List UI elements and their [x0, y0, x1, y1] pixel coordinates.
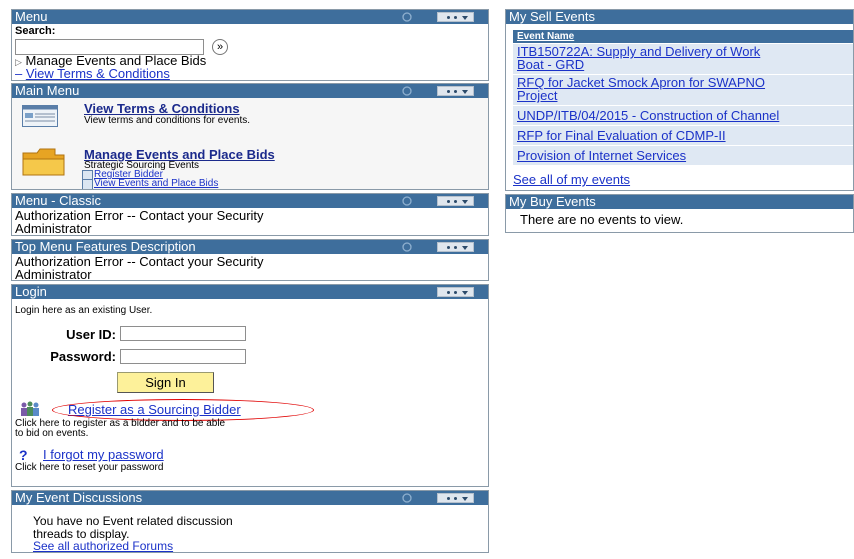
forgot-password-description: Click here to reset your password — [15, 462, 164, 473]
pagelet-options-button[interactable] — [437, 493, 474, 503]
search-go-button[interactable]: » — [212, 39, 228, 55]
terms-document-icon — [22, 105, 58, 127]
see-all-forums-link[interactable]: See all authorized Forums — [33, 539, 173, 552]
event-discussions-header: My Event Discussions — [12, 491, 488, 505]
forgot-password-link[interactable]: I forgot my password — [43, 447, 164, 462]
menu-header: Menu — [12, 10, 488, 24]
auth-error-text-2: Administrator — [15, 221, 92, 236]
sell-events-table-header: Event Name — [513, 30, 853, 43]
login-intro: Login here as an existing User. — [15, 305, 153, 316]
top-menu-header: Top Menu Features Description — [12, 240, 488, 254]
view-terms-link[interactable]: View Terms & Conditions — [84, 101, 240, 116]
user-id-input[interactable] — [120, 326, 246, 341]
register-description-2: to bid on events. — [15, 428, 89, 439]
top-menu-title: Top Menu Features Description — [15, 239, 196, 254]
top-menu-pagelet: Top Menu Features Description Authorizat… — [11, 239, 489, 281]
pagelet-options-button[interactable] — [437, 242, 474, 252]
event-discussions-title: My Event Discussions — [15, 490, 143, 505]
no-discussions-text: You have no Event related discussion — [33, 514, 233, 528]
menu-item-view-terms[interactable]: – View Terms & Conditions — [15, 66, 170, 81]
folder-icon — [22, 148, 65, 176]
table-row: ITB150722A: Supply and Delivery of Work B… — [513, 44, 853, 75]
view-events-link[interactable]: View Events and Place Bids — [94, 178, 218, 189]
menu-classic-pagelet: Menu - Classic Authorization Error -- Co… — [11, 193, 489, 236]
event-link[interactable]: Provision of Internet Services — [517, 148, 686, 163]
menu-item-label: View Terms & Conditions — [25, 66, 170, 81]
main-menu-header: Main Menu — [12, 84, 488, 98]
sell-events-title: My Sell Events — [509, 9, 595, 24]
sell-events-pagelet: My Sell Events Event Name ITB150722A: Su… — [505, 9, 854, 191]
main-menu-title: Main Menu — [15, 83, 80, 98]
view-terms-description: View terms and conditions for events. — [84, 115, 251, 126]
pagelet-options-button[interactable] — [437, 86, 474, 96]
sign-in-button[interactable]: Sign In — [117, 372, 214, 393]
menu-pagelet: Menu Search: » ▷ Manage Events and Place… — [11, 9, 489, 81]
buy-events-header: My Buy Events — [506, 195, 853, 209]
event-name-column-header[interactable]: Event Name — [517, 31, 574, 42]
search-label: Search: — [15, 25, 56, 37]
sell-events-header: My Sell Events — [506, 10, 853, 24]
refresh-icon[interactable] — [401, 11, 413, 23]
menu-classic-header: Menu - Classic — [12, 194, 488, 208]
help-icon: ? — [19, 447, 28, 463]
pagelet-options-button[interactable] — [437, 196, 474, 206]
no-events-text: There are no events to view. — [520, 212, 684, 227]
login-pagelet: Login Login here as an existing User. Us… — [11, 284, 489, 487]
event-link[interactable]: RFP for Final Evaluation of CDMP-II — [517, 128, 726, 143]
password-input[interactable] — [120, 349, 246, 364]
login-title: Login — [15, 284, 47, 299]
user-id-label: User ID: — [66, 327, 116, 342]
menu-title: Menu — [15, 9, 48, 24]
table-row: RFQ for Jacket Smock Apron for SWAPNO Pro… — [513, 75, 853, 106]
table-row: Provision of Internet Services — [513, 146, 853, 165]
refresh-icon[interactable] — [401, 195, 413, 207]
refresh-icon[interactable] — [401, 241, 413, 253]
main-menu-pagelet: Main Menu View Terms & Conditions View t… — [11, 83, 489, 190]
pagelet-options-button[interactable] — [437, 12, 474, 22]
refresh-icon[interactable] — [401, 492, 413, 504]
table-row: RFP for Final Evaluation of CDMP-II — [513, 126, 853, 146]
bidder-people-icon — [21, 401, 39, 416]
event-link[interactable]: UNDP/ITB/04/2015 - Construction of Chann… — [517, 108, 779, 123]
event-discussions-pagelet: My Event Discussions You have no Event r… — [11, 490, 489, 553]
table-row: UNDP/ITB/04/2015 - Construction of Chann… — [513, 106, 853, 126]
password-label: Password: — [50, 349, 116, 364]
login-header: Login — [12, 285, 488, 299]
event-link[interactable]: ITB150722A: Supply and Delivery of Work B… — [517, 45, 760, 71]
auth-error-text-2: Administrator — [15, 267, 92, 281]
refresh-icon[interactable] — [401, 85, 413, 97]
event-link[interactable]: RFQ for Jacket Smock Apron for SWAPNO Pro… — [517, 76, 765, 102]
menu-classic-title: Menu - Classic — [15, 193, 101, 208]
buy-events-pagelet: My Buy Events There are no events to vie… — [505, 194, 854, 233]
view-events-icon — [82, 179, 93, 189]
pagelet-options-button[interactable] — [437, 287, 474, 297]
buy-events-title: My Buy Events — [509, 194, 596, 209]
see-all-events-link[interactable]: See all of my events — [513, 172, 630, 187]
